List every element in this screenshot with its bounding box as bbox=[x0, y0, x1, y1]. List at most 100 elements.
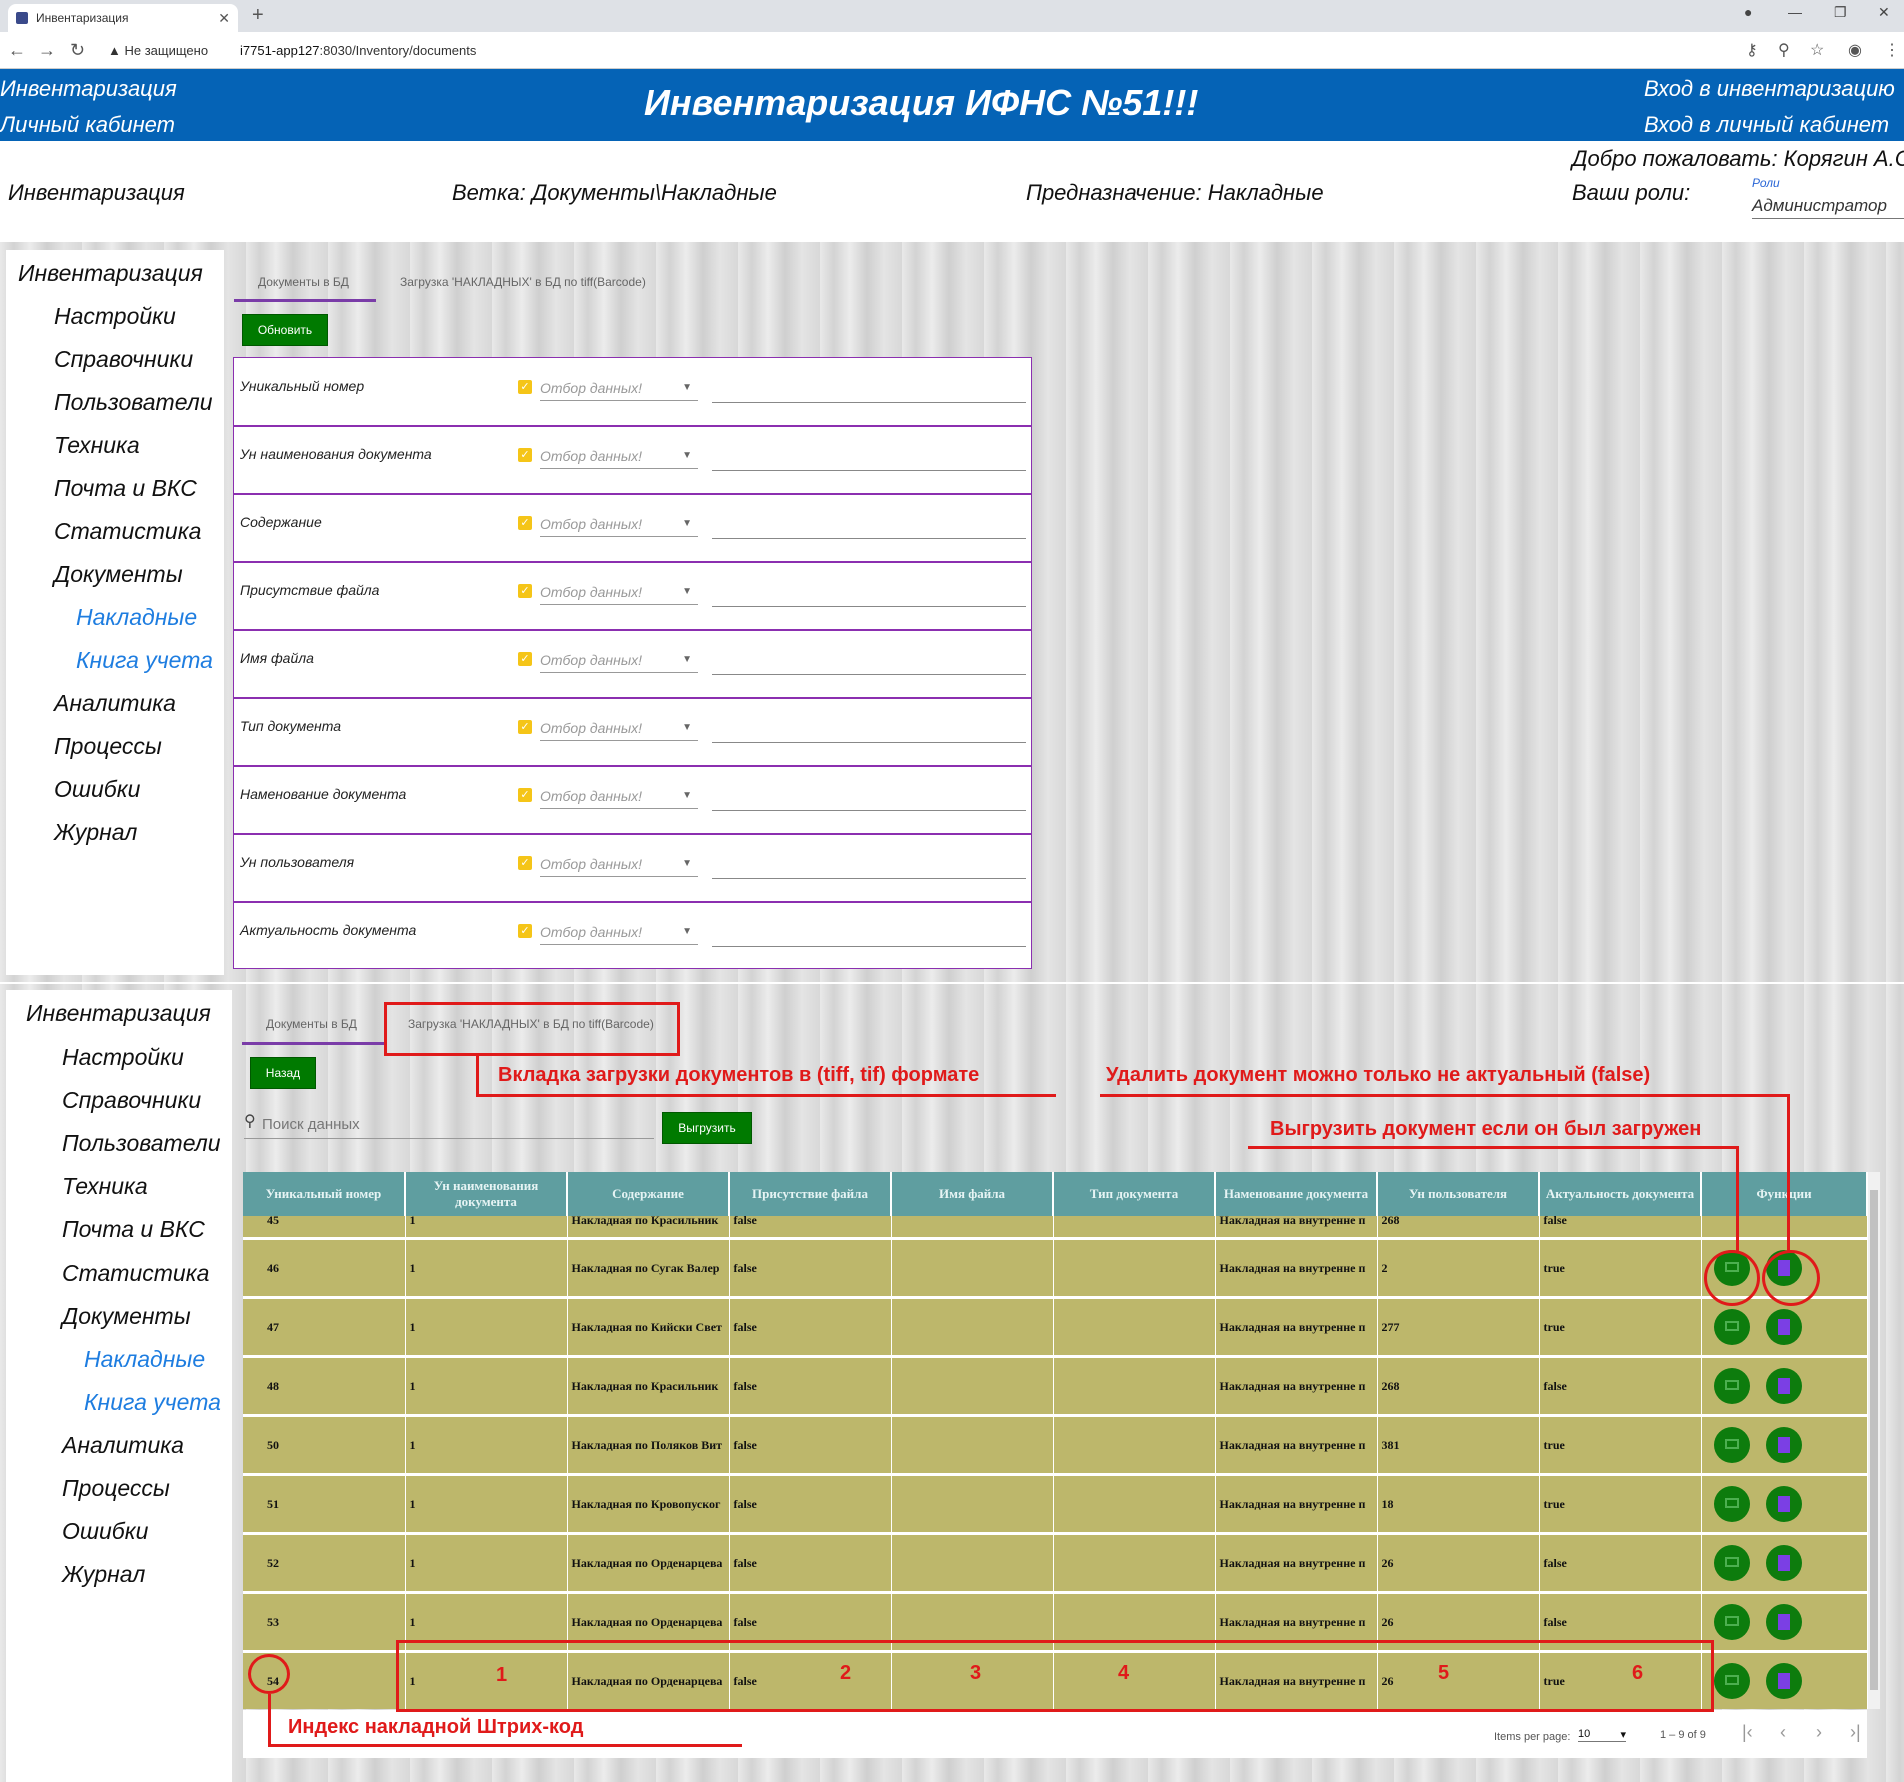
download-document-button[interactable] bbox=[1713, 1545, 1750, 1582]
star-icon[interactable]: ☆ bbox=[1810, 40, 1824, 60]
sidebar-item-ledger[interactable]: Книга учета bbox=[76, 647, 213, 674]
delete-document-button[interactable] bbox=[1765, 1309, 1802, 1346]
filter-checkbox[interactable]: ✓ bbox=[518, 584, 532, 598]
col-header[interactable]: Ун пользователя bbox=[1377, 1172, 1540, 1216]
filter-checkbox[interactable]: ✓ bbox=[518, 720, 532, 734]
filter-checkbox[interactable]: ✓ bbox=[518, 380, 532, 394]
sidebar-item-inventory[interactable]: Инвентаризация bbox=[18, 260, 203, 287]
profile-menu-icon[interactable]: ● bbox=[1744, 4, 1752, 20]
delete-document-button[interactable] bbox=[1765, 1604, 1802, 1641]
filter-input[interactable] bbox=[712, 742, 1026, 743]
col-header[interactable]: Содержание bbox=[567, 1172, 730, 1216]
key-icon[interactable]: ⚷ bbox=[1746, 40, 1758, 60]
sidebar-item-statistics[interactable]: Статистика bbox=[62, 1260, 209, 1287]
table-row[interactable]: 52 1 Накладная по Орденарцева false Накл… bbox=[243, 1532, 1868, 1593]
close-window-icon[interactable]: ✕ bbox=[1878, 4, 1890, 21]
forward-arrow-icon[interactable]: → bbox=[38, 40, 56, 61]
account-icon[interactable]: ◉ bbox=[1848, 40, 1862, 60]
sidebar-item-journal[interactable]: Журнал bbox=[62, 1561, 145, 1588]
sidebar-item-settings[interactable]: Настройки bbox=[62, 1044, 184, 1071]
roles-select[interactable]: Администратор bbox=[1752, 196, 1887, 216]
sidebar-item-invoices[interactable]: Накладные bbox=[84, 1346, 205, 1373]
download-document-button[interactable] bbox=[1713, 1604, 1750, 1641]
back-button[interactable]: Назад bbox=[250, 1057, 316, 1089]
filter-input[interactable] bbox=[712, 946, 1026, 947]
filter-select[interactable]: Отбор данных! ▼ bbox=[540, 448, 698, 469]
download-document-button[interactable] bbox=[1713, 1309, 1750, 1346]
login-inventory-link[interactable]: Вход в инвентаризацию bbox=[1644, 76, 1895, 102]
filter-select[interactable]: Отбор данных! ▼ bbox=[540, 516, 698, 537]
sidebar-item-documents[interactable]: Документы bbox=[54, 561, 183, 588]
browser-tab[interactable]: Инвентаризация ✕ bbox=[8, 4, 238, 32]
filter-select[interactable]: Отбор данных! ▼ bbox=[540, 584, 698, 605]
table-row[interactable]: 46 1 Накладная по Сугак Валер false Накл… bbox=[243, 1237, 1868, 1298]
delete-document-button[interactable] bbox=[1765, 1663, 1802, 1700]
sidebar-item-processes[interactable]: Процессы bbox=[54, 733, 162, 760]
upload-button[interactable]: Выгрузить bbox=[662, 1112, 752, 1144]
filter-input[interactable] bbox=[712, 810, 1026, 811]
col-header[interactable]: Уникальный номер bbox=[243, 1172, 406, 1216]
prev-page-icon[interactable]: ‹ bbox=[1780, 1722, 1786, 1743]
filter-checkbox[interactable]: ✓ bbox=[518, 924, 532, 938]
nav-cabinet-link[interactable]: Личный кабинет bbox=[0, 112, 175, 138]
zoom-icon[interactable]: ⚲ bbox=[1778, 40, 1790, 60]
table-row[interactable]: 51 1 Накладная по Кровопуског false Накл… bbox=[243, 1473, 1868, 1534]
sidebar-item-mail[interactable]: Почта и ВКС bbox=[62, 1216, 205, 1243]
sidebar-item-equipment[interactable]: Техника bbox=[62, 1173, 148, 1200]
col-header[interactable]: Присутствие файла bbox=[729, 1172, 892, 1216]
sidebar-item-statistics[interactable]: Статистика bbox=[54, 518, 201, 545]
sidebar-item-journal[interactable]: Журнал bbox=[54, 819, 137, 846]
nav-inventory-link[interactable]: Инвентаризация bbox=[0, 76, 177, 102]
table-row[interactable]: 47 1 Накладная по Кийски Свет false Накл… bbox=[243, 1296, 1868, 1357]
filter-select[interactable]: Отбор данных! ▼ bbox=[540, 924, 698, 945]
delete-document-button[interactable] bbox=[1765, 1486, 1802, 1523]
download-document-button[interactable] bbox=[1713, 1368, 1750, 1405]
refresh-button[interactable]: Обновить bbox=[242, 314, 328, 346]
menu-icon[interactable]: ⋮ bbox=[1884, 40, 1900, 60]
filter-input[interactable] bbox=[712, 402, 1026, 403]
delete-document-button[interactable] bbox=[1765, 1368, 1802, 1405]
sidebar-item-errors[interactable]: Ошибки bbox=[54, 776, 140, 803]
minimize-icon[interactable]: — bbox=[1788, 4, 1802, 20]
new-tab-icon[interactable]: + bbox=[252, 4, 264, 27]
table-scrollbar-thumb[interactable] bbox=[1870, 1190, 1878, 1690]
url-field[interactable]: i7751-app127:8030/Inventory/documents bbox=[240, 43, 476, 58]
next-page-icon[interactable]: › bbox=[1816, 1722, 1822, 1743]
filter-select[interactable]: Отбор данных! ▼ bbox=[540, 856, 698, 877]
reload-icon[interactable]: ↻ bbox=[70, 40, 85, 61]
table-row[interactable]: 50 1 Накладная по Поляков Вит false Накл… bbox=[243, 1414, 1868, 1475]
col-header[interactable]: Актуальность документа bbox=[1539, 1172, 1702, 1216]
sidebar-item-equipment[interactable]: Техника bbox=[54, 432, 140, 459]
filter-select[interactable]: Отбор данных! ▼ bbox=[540, 652, 698, 673]
filter-checkbox[interactable]: ✓ bbox=[518, 788, 532, 802]
login-cabinet-link[interactable]: Вход в личный кабинет bbox=[1644, 112, 1889, 138]
table-row[interactable]: 45 1 Накладная по Красильник false Накла… bbox=[243, 1216, 1868, 1239]
sidebar-item-settings[interactable]: Настройки bbox=[54, 303, 176, 330]
filter-input[interactable] bbox=[712, 878, 1026, 879]
tab-upload-invoices[interactable]: Загрузка 'НАКЛАДНЫХ' в БД по tiff(Barcod… bbox=[400, 275, 646, 289]
filter-input[interactable] bbox=[712, 674, 1026, 675]
delete-document-button[interactable] bbox=[1765, 1545, 1802, 1582]
tab-docs-in-db[interactable]: Документы в БД bbox=[258, 275, 349, 289]
col-header[interactable]: Наменование документа bbox=[1215, 1172, 1378, 1216]
tab-docs-in-db[interactable]: Документы в БД bbox=[266, 1017, 357, 1031]
back-arrow-icon[interactable]: ← bbox=[8, 40, 26, 61]
filter-select[interactable]: Отбор данных! ▼ bbox=[540, 788, 698, 809]
sidebar-item-mail[interactable]: Почта и ВКС bbox=[54, 475, 197, 502]
col-header[interactable]: Имя файла bbox=[891, 1172, 1054, 1216]
filter-checkbox[interactable]: ✓ bbox=[518, 448, 532, 462]
security-indicator[interactable]: ▲ Не защищено bbox=[108, 43, 208, 58]
sidebar-item-analytics[interactable]: Аналитика bbox=[62, 1432, 184, 1459]
table-row[interactable]: 48 1 Накладная по Красильник false Накла… bbox=[243, 1355, 1868, 1416]
items-per-page-select[interactable]: 10 ▾ bbox=[1578, 1728, 1626, 1742]
filter-input[interactable] bbox=[712, 538, 1026, 539]
col-header[interactable]: Ун наименования документа bbox=[405, 1172, 568, 1216]
download-document-button[interactable] bbox=[1713, 1427, 1750, 1464]
filter-checkbox[interactable]: ✓ bbox=[518, 516, 532, 530]
filter-select[interactable]: Отбор данных! ▼ bbox=[540, 720, 698, 741]
filter-checkbox[interactable]: ✓ bbox=[518, 652, 532, 666]
sidebar-item-inventory[interactable]: Инвентаризация bbox=[26, 1000, 211, 1027]
restore-icon[interactable]: ❐ bbox=[1834, 4, 1847, 21]
delete-document-button[interactable] bbox=[1765, 1427, 1802, 1464]
first-page-icon[interactable]: |‹ bbox=[1742, 1722, 1753, 1743]
